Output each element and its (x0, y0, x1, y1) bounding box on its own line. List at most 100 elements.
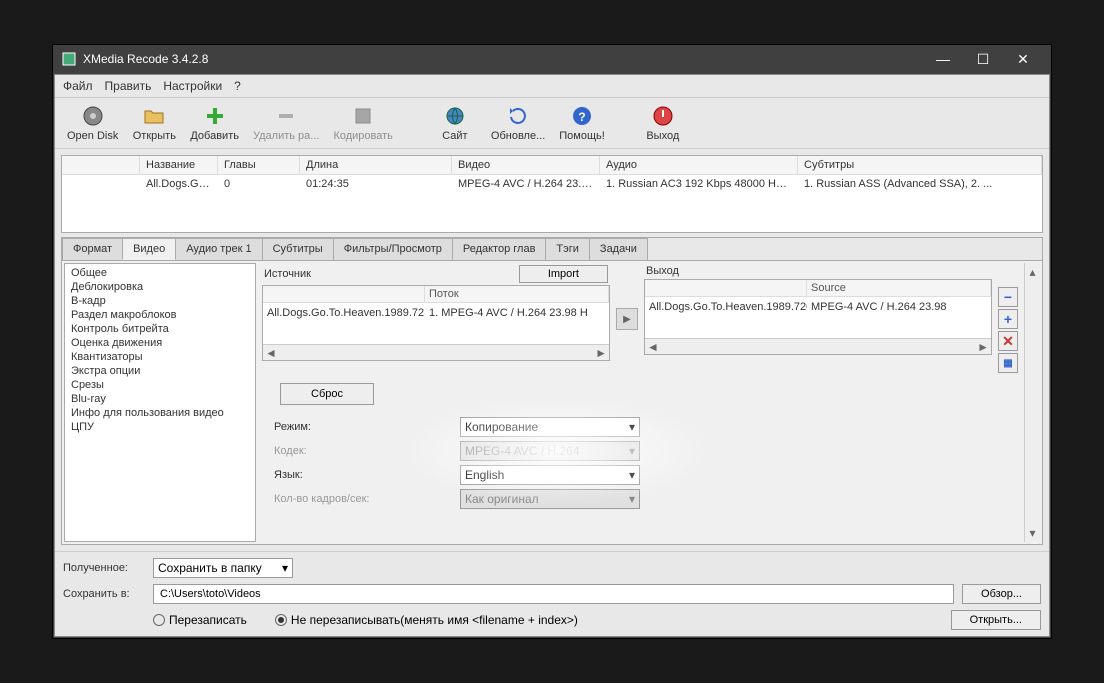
output-box: Выход Source All.Dogs.Go.To.Heaven.1989.… (644, 265, 992, 355)
source-output-row: Источник Import Поток All.Dogs (262, 265, 1018, 373)
output-head-source: Source (807, 280, 991, 296)
output-title: Выход (646, 265, 990, 277)
side-quant[interactable]: Квантизаторы (67, 350, 253, 364)
codec-label: Кодек: (274, 445, 454, 457)
col-duration[interactable]: Длина (300, 156, 452, 174)
tab-strip: Формат Видео Аудио трек 1 Субтитры Фильт… (62, 238, 1042, 260)
question-icon: ? (570, 104, 594, 128)
overwrite-radio[interactable]: Перезаписать (153, 613, 247, 627)
source-title: Источник (264, 268, 511, 280)
tool-open[interactable]: Открыть (126, 102, 182, 144)
add-stream-button[interactable]: + (998, 309, 1018, 329)
side-extra[interactable]: Экстра опции (67, 364, 253, 378)
menu-settings[interactable]: Настройки (163, 79, 222, 93)
mode-select[interactable]: Копирование▾ (460, 417, 640, 437)
tool-open-disk[interactable]: Open Disk (61, 102, 124, 144)
app-window: XMedia Recode 3.4.2.8 — ☐ ✕ Файл Править… (52, 44, 1052, 639)
transfer-arrow[interactable]: ▶ (616, 308, 638, 330)
menu-edit[interactable]: Править (105, 79, 152, 93)
received-label: Полученное: (63, 562, 145, 574)
side-bitrate[interactable]: Контроль битрейта (67, 322, 253, 336)
side-general[interactable]: Общее (67, 266, 253, 280)
source-box: Источник Import Поток All.Dogs (262, 265, 610, 361)
col-audio[interactable]: Аудио (600, 156, 798, 174)
minus-icon (274, 104, 298, 128)
menubar: Файл Править Настройки ? (55, 75, 1049, 98)
tabs-area: Формат Видео Аудио трек 1 Субтитры Фильт… (61, 237, 1043, 545)
main-panel: Источник Import Поток All.Dogs (260, 263, 1020, 542)
browse-button[interactable]: Обзор... (962, 584, 1041, 604)
side-bluray[interactable]: Blu-ray (67, 392, 253, 406)
source-table: Поток All.Dogs.Go.To.Heaven.1989.72... 1… (262, 285, 610, 361)
open-folder-button[interactable]: Открыть... (951, 610, 1041, 630)
tool-add[interactable]: Добавить (184, 102, 245, 144)
radio-checked-icon (275, 614, 287, 626)
globe-icon (443, 104, 467, 128)
exit-icon (651, 104, 675, 128)
encode-icon (351, 104, 375, 128)
output-table: Source All.Dogs.Go.To.Heaven.1989.720p.B… (644, 279, 992, 355)
menu-file[interactable]: Файл (63, 79, 93, 93)
output-row[interactable]: All.Dogs.Go.To.Heaven.1989.720p.B... MPE… (645, 297, 991, 338)
side-slices[interactable]: Срезы (67, 378, 253, 392)
radio-icon (153, 614, 165, 626)
tab-jobs[interactable]: Задачи (589, 238, 648, 260)
tool-update[interactable]: Обновле... (485, 102, 551, 144)
side-motion[interactable]: Оценка движения (67, 336, 253, 350)
col-video[interactable]: Видео (452, 156, 600, 174)
svg-text:?: ? (578, 110, 585, 124)
col-name[interactable]: Название (140, 156, 218, 174)
tab-chapters[interactable]: Редактор глав (452, 238, 547, 260)
app-icon (61, 51, 77, 67)
video-form: Режим: Копирование▾ Кодек: MPEG-4 AVC / … (262, 415, 1018, 511)
maximize-button[interactable]: ☐ (963, 45, 1003, 73)
source-scrollbar[interactable]: ◄► (263, 344, 609, 360)
tab-filters[interactable]: Фильтры/Просмотр (333, 238, 453, 260)
received-select[interactable]: Сохранить в папку▾ (153, 558, 293, 578)
remove-stream-button[interactable]: − (998, 287, 1018, 307)
folder-icon (142, 104, 166, 128)
import-button[interactable]: Import (519, 265, 608, 283)
lang-select[interactable]: English▾ (460, 465, 640, 485)
reset-button[interactable]: Сброс (280, 383, 374, 405)
app-body: Файл Править Настройки ? Open Disk Откры… (54, 74, 1050, 637)
side-deblock[interactable]: Деблокировка (67, 280, 253, 294)
saveto-label: Сохранить в: (63, 588, 145, 600)
output-scrollbar[interactable]: ◄► (645, 338, 991, 354)
tab-audio[interactable]: Аудио трек 1 (175, 238, 262, 260)
side-bframe[interactable]: В-кадр (67, 294, 253, 308)
side-cpu[interactable]: ЦПУ (67, 420, 253, 434)
tool-remove: Удалить ра... (247, 102, 325, 144)
source-row[interactable]: All.Dogs.Go.To.Heaven.1989.72... 1. MPEG… (263, 303, 609, 344)
titlebar: XMedia Recode 3.4.2.8 — ☐ ✕ (53, 45, 1051, 73)
col-subs[interactable]: Субтитры (798, 156, 1042, 174)
fps-select: Как оригинал▾ (460, 489, 640, 509)
delete-stream-button[interactable]: ✕ (998, 331, 1018, 351)
disk-icon (81, 104, 105, 128)
side-vui[interactable]: Инфо для пользования видео (67, 406, 253, 420)
col-chapters[interactable]: Главы (218, 156, 300, 174)
bottom-panel: Полученное: Сохранить в папку▾ Сохранить… (55, 551, 1049, 636)
fps-label: Кол-во кадров/сек: (274, 493, 454, 505)
tab-tags[interactable]: Тэги (545, 238, 590, 260)
tool-site[interactable]: Сайт (427, 102, 483, 144)
menu-help[interactable]: ? (234, 79, 241, 93)
tool-help[interactable]: ? Помощь! (553, 102, 611, 144)
side-macroblock[interactable]: Раздел макроблоков (67, 308, 253, 322)
panel-scrollbar[interactable]: ▴▾ (1024, 263, 1040, 542)
titlebar-buttons: — ☐ ✕ (923, 45, 1043, 73)
tab-video[interactable]: Видео (122, 238, 176, 260)
tool-exit[interactable]: Выход (635, 102, 691, 144)
reset-row: Сброс (262, 377, 1018, 411)
tab-subtitles[interactable]: Субтитры (262, 238, 334, 260)
output-side-buttons: − + ✕ ▦ (998, 287, 1018, 373)
tab-format[interactable]: Формат (62, 238, 123, 260)
path-input[interactable] (153, 584, 954, 604)
file-row[interactable]: All.Dogs.Go... 0 01:24:35 MPEG-4 AVC / H… (62, 175, 1042, 193)
source-head-stream: Поток (425, 286, 609, 302)
minimize-button[interactable]: — (923, 45, 963, 73)
no-overwrite-radio[interactable]: Не перезаписывать(менять имя <filename +… (275, 613, 943, 627)
list-stream-button[interactable]: ▦ (998, 353, 1018, 373)
lang-label: Язык: (274, 469, 454, 481)
close-button[interactable]: ✕ (1003, 45, 1043, 73)
